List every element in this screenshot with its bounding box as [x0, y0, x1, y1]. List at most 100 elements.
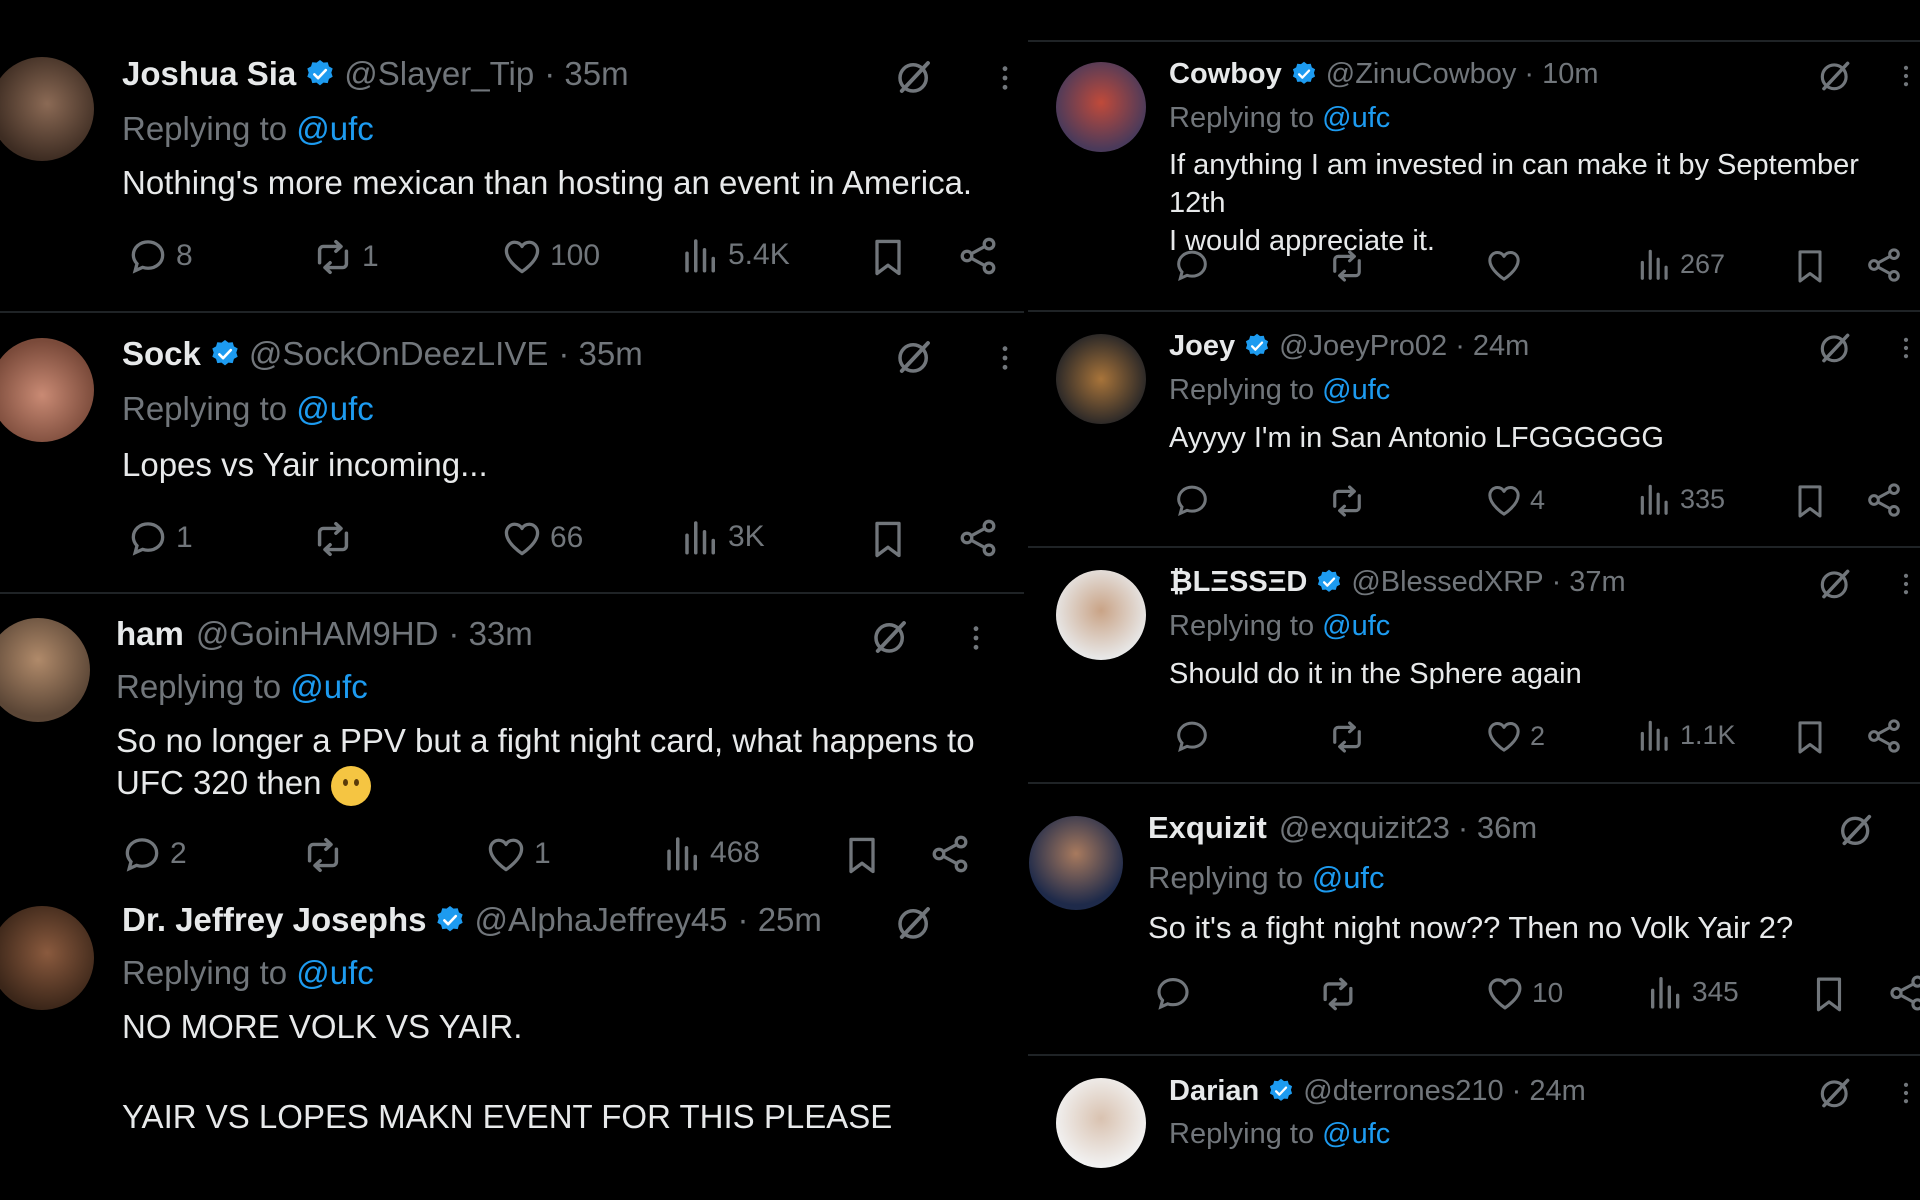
author-name[interactable]: Joey [1169, 330, 1235, 363]
replying-to-link[interactable]: @ufc [1312, 860, 1385, 895]
timestamp[interactable]: · 37m [1552, 566, 1626, 599]
replying-to-link[interactable]: @ufc [1322, 102, 1390, 134]
grok-icon[interactable] [893, 336, 935, 378]
timestamp[interactable]: · 25m [738, 901, 822, 939]
more-options-icon[interactable] [1892, 60, 1920, 92]
tweet-exquizit[interactable]: Exquizit @exquizit23 · 36m Replying to @… [1028, 784, 1920, 1054]
timestamp[interactable]: · 10m [1524, 58, 1598, 91]
bookmark-button[interactable] [866, 516, 910, 562]
reply-button[interactable]: 2 [120, 832, 187, 876]
author-name[interactable]: ham [116, 615, 184, 653]
grok-icon[interactable] [1816, 565, 1854, 603]
author-handle[interactable]: @Slayer_Tip [344, 55, 534, 93]
avatar[interactable] [1056, 334, 1146, 424]
timestamp[interactable]: · 35m [544, 55, 628, 93]
bookmark-button[interactable] [840, 832, 884, 878]
repost-button[interactable] [1326, 716, 1374, 758]
more-options-icon[interactable] [1892, 1077, 1920, 1109]
views-button[interactable]: 3K [680, 516, 765, 558]
repost-button[interactable]: 1 [310, 234, 379, 280]
more-options-icon[interactable] [989, 60, 1021, 96]
share-button[interactable] [1864, 480, 1904, 520]
replying-to-link[interactable]: @ufc [296, 390, 374, 427]
tweet-dr-jeffrey-josephs[interactable]: Dr. Jeffrey Josephs @AlphaJeffrey45 · 25… [0, 884, 1024, 1200]
bookmark-button[interactable] [1790, 480, 1830, 522]
share-button[interactable] [1886, 972, 1920, 1014]
replying-to-link[interactable]: @ufc [290, 668, 368, 705]
grok-icon[interactable] [869, 616, 911, 658]
avatar[interactable] [0, 57, 94, 161]
author-handle[interactable]: @SockOnDeezLIVE [249, 335, 548, 373]
more-options-icon[interactable] [989, 340, 1021, 376]
author-handle[interactable]: @exquizit23 [1279, 810, 1450, 846]
avatar[interactable] [1029, 816, 1123, 910]
more-options-icon[interactable] [960, 620, 992, 656]
tweet-ham[interactable]: ham @GoinHAM9HD · 33m Replying to @ufc S… [0, 594, 1024, 884]
like-button[interactable]: 100 [500, 234, 600, 278]
views-button[interactable]: 1.1K [1636, 716, 1736, 754]
share-button[interactable] [1864, 716, 1904, 756]
replying-to-link[interactable]: @ufc [296, 954, 374, 991]
avatar[interactable] [1056, 570, 1146, 660]
replying-to-link[interactable]: @ufc [1322, 374, 1390, 406]
grok-icon[interactable] [1816, 1074, 1854, 1112]
replying-to-link[interactable]: @ufc [1322, 1118, 1390, 1150]
timestamp[interactable]: · 33m [448, 615, 532, 653]
author-name[interactable]: Dr. Jeffrey Josephs [122, 901, 426, 939]
like-button[interactable]: 66 [500, 516, 583, 560]
grok-icon[interactable] [893, 56, 935, 98]
author-name[interactable]: Darian [1169, 1075, 1259, 1108]
timestamp[interactable]: · 24m [1512, 1075, 1586, 1108]
reply-button[interactable]: 8 [126, 234, 193, 278]
repost-button[interactable] [1326, 480, 1374, 522]
author-handle[interactable]: @JoeyPro02 [1279, 330, 1447, 363]
avatar[interactable] [1056, 62, 1146, 152]
timestamp[interactable]: · 36m [1458, 810, 1537, 846]
reply-button[interactable] [1172, 480, 1218, 520]
bookmark-button[interactable] [1790, 716, 1830, 758]
more-options-icon[interactable] [1892, 568, 1920, 600]
bookmark-button[interactable] [1808, 972, 1850, 1016]
repost-button[interactable] [300, 832, 352, 878]
author-name[interactable]: Joshua Sia [122, 55, 296, 93]
author-name[interactable]: Sock [122, 335, 201, 373]
more-options-icon[interactable] [1892, 332, 1920, 364]
like-button[interactable] [1484, 245, 1530, 285]
share-button[interactable] [956, 234, 1000, 278]
avatar[interactable] [0, 618, 90, 722]
share-button[interactable] [956, 516, 1000, 560]
author-name[interactable]: ₿LΞSSΞD [1169, 566, 1307, 599]
views-button[interactable]: 468 [662, 832, 760, 874]
avatar[interactable] [1056, 1078, 1146, 1168]
like-button[interactable]: 4 [1484, 480, 1545, 520]
repost-button[interactable] [1326, 245, 1374, 287]
like-button[interactable]: 10 [1484, 972, 1563, 1014]
tweet-sock[interactable]: Sock @SockOnDeezLIVE · 35m Replying to @… [0, 312, 1024, 592]
author-name[interactable]: Cowboy [1169, 58, 1282, 91]
author-handle[interactable]: @ZinuCowboy [1326, 58, 1517, 91]
views-button[interactable]: 345 [1646, 972, 1739, 1012]
repost-button[interactable] [310, 516, 362, 562]
author-handle[interactable]: @AlphaJeffrey45 [474, 901, 727, 939]
author-name[interactable]: Exquizit [1148, 810, 1267, 846]
timestamp[interactable]: · 35m [558, 335, 642, 373]
avatar[interactable] [0, 906, 94, 1010]
tweet-joey[interactable]: Joey @JoeyPro02 · 24m Replying to @ufc A… [1028, 312, 1920, 546]
tweet-cowboy[interactable]: Cowboy @ZinuCowboy · 10m Replying to @uf… [1028, 42, 1920, 310]
grok-icon[interactable] [893, 902, 935, 944]
share-button[interactable] [928, 832, 972, 876]
bookmark-button[interactable] [866, 234, 910, 280]
timestamp[interactable]: · 24m [1455, 330, 1529, 363]
views-button[interactable]: 5.4K [680, 234, 790, 276]
avatar[interactable] [0, 338, 94, 442]
bookmark-button[interactable] [1790, 245, 1830, 287]
author-handle[interactable]: @BlessedXRP [1351, 566, 1543, 599]
views-button[interactable]: 335 [1636, 480, 1725, 518]
reply-button[interactable]: 1 [126, 516, 193, 560]
tweet-joshua-sia[interactable]: Joshua Sia @Slayer_Tip · 35m Replying to… [0, 0, 1024, 312]
like-button[interactable]: 2 [1484, 716, 1545, 756]
tweet-blessed[interactable]: ₿LΞSSΞD @BlessedXRP · 37m Replying to @u… [1028, 548, 1920, 782]
repost-button[interactable] [1316, 972, 1366, 1016]
like-button[interactable]: 1 [484, 832, 551, 876]
reply-button[interactable] [1172, 716, 1218, 756]
